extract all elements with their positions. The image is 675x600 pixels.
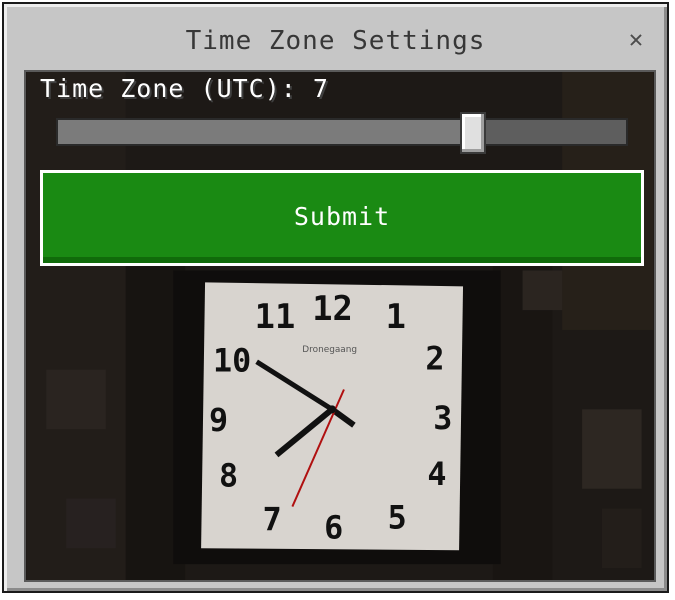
clock-number: 11 xyxy=(255,297,296,336)
slider-fill xyxy=(58,120,473,144)
clock-number: 10 xyxy=(213,344,251,380)
clock-number: 1 xyxy=(386,297,406,336)
time-zone-dialog: Time Zone Settings ✕ 11 12 1 2 3 4 5 6 7… xyxy=(2,2,669,593)
clock-background-image: 11 12 1 2 3 4 5 6 7 8 9 10 Dronegaang xyxy=(26,72,654,580)
slider-handle[interactable] xyxy=(459,112,486,154)
clock-number: 6 xyxy=(324,510,343,546)
dialog-titlebar: Time Zone Settings ✕ xyxy=(4,4,667,72)
clock-number: 2 xyxy=(425,342,444,378)
close-icon: ✕ xyxy=(628,25,644,53)
clock-number: 8 xyxy=(219,459,238,495)
clock-number: 12 xyxy=(312,289,353,328)
close-button[interactable]: ✕ xyxy=(623,26,649,52)
time-zone-label: Time Zone (UTC): 7 xyxy=(40,74,329,103)
clock-number: 9 xyxy=(209,403,228,439)
submit-button[interactable]: Submit xyxy=(40,170,644,266)
dialog-content: 11 12 1 2 3 4 5 6 7 8 9 10 Dronegaang Ti… xyxy=(24,70,656,582)
clock-number: 7 xyxy=(263,502,282,538)
clock-brand: Dronegaang xyxy=(302,345,357,355)
clock-number: 5 xyxy=(388,500,407,536)
clock-center-pin xyxy=(328,405,337,414)
dialog-title: Time Zone Settings xyxy=(185,26,486,56)
clock-number: 4 xyxy=(427,457,446,493)
time-zone-slider[interactable] xyxy=(56,112,628,154)
clock-number: 3 xyxy=(433,401,452,437)
